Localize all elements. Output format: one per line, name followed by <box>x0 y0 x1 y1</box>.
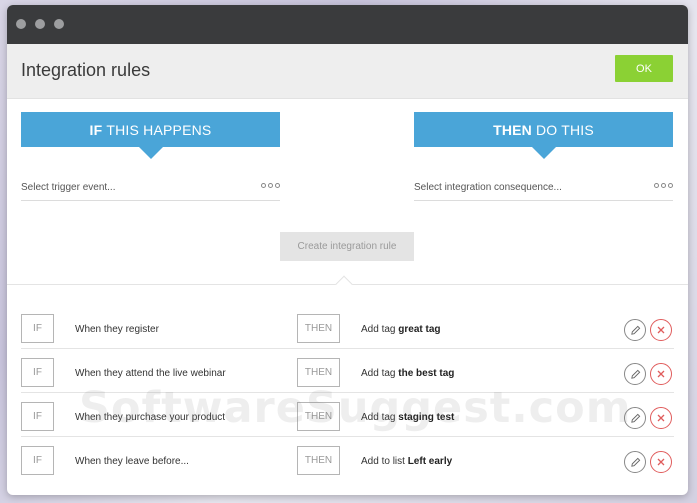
rule-trigger: When they register <box>75 324 159 335</box>
pencil-icon[interactable] <box>624 319 646 341</box>
then-banner-text: DO THIS <box>535 121 594 138</box>
action-value: Left early <box>407 456 453 467</box>
rule-row: IF When they leave before... THEN Add to… <box>21 437 674 481</box>
action-value: staging test <box>398 412 455 423</box>
then-keyword: THEN <box>493 121 532 138</box>
action-prefix: Add to list <box>361 456 405 467</box>
then-tag: THEN <box>297 314 340 343</box>
window-maximize-dot[interactable] <box>54 19 64 29</box>
consequence-select[interactable]: Select integration consequence... <box>414 173 673 201</box>
if-tag: IF <box>21 358 54 387</box>
rule-trigger: When they purchase your product <box>75 412 226 423</box>
pencil-icon[interactable] <box>624 363 646 385</box>
close-icon[interactable] <box>650 363 672 385</box>
then-tag: THEN <box>297 446 340 475</box>
then-tag: THEN <box>297 402 340 431</box>
create-rule-button[interactable]: Create integration rule <box>280 232 414 261</box>
header-bar: Integration rules OK <box>7 44 688 99</box>
if-keyword: IF <box>89 121 103 138</box>
action-value: great tag <box>398 324 441 335</box>
consequence-placeholder: Select integration consequence... <box>414 182 562 193</box>
page-title: Integration rules <box>21 60 151 80</box>
rule-action: Add tag the best tag <box>361 368 454 379</box>
action-prefix: Add tag <box>361 412 396 423</box>
rule-trigger: When they leave before... <box>75 456 189 467</box>
then-tag: THEN <box>297 358 340 387</box>
close-icon[interactable] <box>650 451 672 473</box>
action-prefix: Add tag <box>361 324 396 335</box>
trigger-select[interactable]: Select trigger event... <box>21 173 280 201</box>
if-tag: IF <box>21 314 54 343</box>
trigger-placeholder: Select trigger event... <box>21 182 116 193</box>
rules-list: IF When they register THEN Add tag great… <box>7 305 688 481</box>
if-tag: IF <box>21 446 54 475</box>
if-banner: IF THIS HAPPENS <box>21 112 280 159</box>
rule-action: Add tag great tag <box>361 324 441 335</box>
rule-trigger: When they attend the live webinar <box>75 368 226 379</box>
rule-row: IF When they purchase your product THEN … <box>21 393 674 437</box>
pencil-icon[interactable] <box>624 407 646 429</box>
if-tag: IF <box>21 402 54 431</box>
close-icon[interactable] <box>650 407 672 429</box>
pencil-icon[interactable] <box>624 451 646 473</box>
ok-button[interactable]: OK <box>615 55 673 82</box>
more-dots-icon[interactable] <box>654 183 673 188</box>
more-dots-icon[interactable] <box>261 183 280 188</box>
rule-action: Add tag staging test <box>361 412 454 423</box>
rule-row: IF When they register THEN Add tag great… <box>21 305 674 349</box>
window-minimize-dot[interactable] <box>35 19 45 29</box>
window-close-dot[interactable] <box>16 19 26 29</box>
action-value: the best tag <box>398 368 455 379</box>
rule-action: Add to list Left early <box>361 456 452 467</box>
title-bar <box>7 5 688 44</box>
rule-row: IF When they attend the live webinar THE… <box>21 349 674 393</box>
app-window: Integration rules OK IF THIS HAPPENS THE… <box>7 5 688 495</box>
divider-notch <box>335 275 353 293</box>
then-banner: THEN DO THIS <box>414 112 673 159</box>
close-icon[interactable] <box>650 319 672 341</box>
if-banner-text: THIS HAPPENS <box>106 121 212 138</box>
action-prefix: Add tag <box>361 368 396 379</box>
